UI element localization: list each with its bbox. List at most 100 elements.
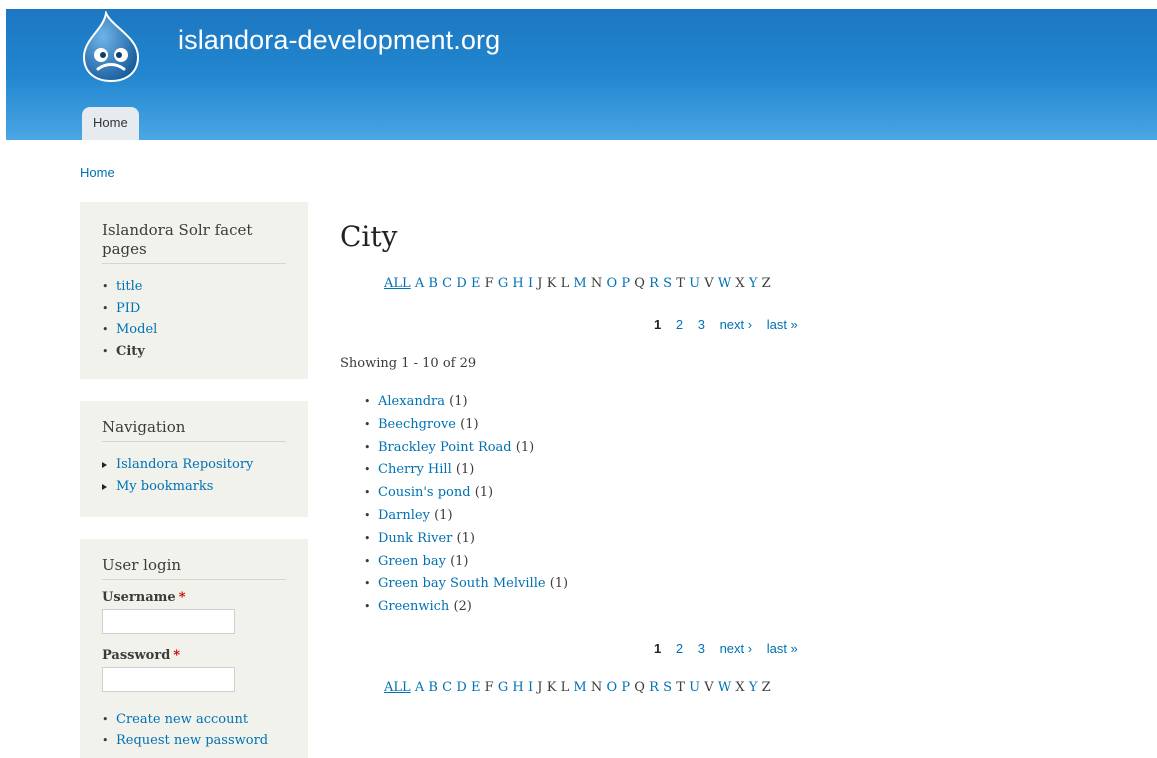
main-menu: Home [82,107,139,140]
pager-page-2[interactable]: 2 [676,641,683,656]
city-result-link[interactable]: Green bay [378,554,446,569]
city-result-link[interactable]: Cousin's pond [378,485,471,500]
alphabet-letter-m[interactable]: M [573,680,586,695]
alphabet-letter-g[interactable]: G [498,680,508,695]
site-name-link[interactable]: islandora-development.org [178,25,500,56]
alphabet-letter-g[interactable]: G [498,276,508,291]
drupal-logo-icon[interactable] [78,9,144,83]
username-label-text: Username [102,590,176,605]
list-item: City [102,341,286,363]
alphabet-letter-o[interactable]: O [606,276,617,291]
list-item: Green bay South Melville (1) [364,573,568,596]
pager-page-2[interactable]: 2 [676,317,683,332]
tab-home[interactable]: Home [82,107,139,140]
pager-next[interactable]: next › [720,317,753,332]
password-field[interactable] [102,667,235,692]
navigation-title: Navigation [102,418,286,442]
result-count: (1) [455,462,475,478]
nav-link-islandora-repository[interactable]: Islandora Repository [116,457,253,472]
alphabet-letter-e[interactable]: E [471,680,481,695]
breadcrumb-home-link[interactable]: Home [80,165,115,180]
alphabet-letter-i[interactable]: I [528,276,533,291]
alphabet-letter-p[interactable]: P [621,276,630,291]
pager-page-3[interactable]: 3 [698,641,705,656]
alphabet-letter-d[interactable]: D [456,276,466,291]
alphabet-letter-k: K [546,276,557,291]
alphabet-letter-h[interactable]: H [512,680,523,695]
facet-link-title[interactable]: title [116,279,142,294]
pager-last[interactable]: last » [767,317,798,332]
list-item: Greenwich (2) [364,596,568,619]
alphabet-letter-r[interactable]: R [649,680,659,695]
city-result-link[interactable]: Greenwich [378,599,449,614]
alphabet-letter-r[interactable]: R [649,276,659,291]
city-result-link[interactable]: Dunk River [378,531,452,546]
list-item: Dunk River (1) [364,528,568,551]
alphabet-letter-i[interactable]: I [528,680,533,695]
alphabet-letter-all[interactable]: ALL [384,680,411,695]
navigation-block: Navigation Islandora Repository My bookm… [80,401,308,517]
alphabet-letter-t: T [676,680,685,695]
alphabet-letter-y[interactable]: Y [749,680,758,695]
pager-page-3[interactable]: 3 [698,317,705,332]
alphabet-letter-b[interactable]: B [428,680,438,695]
alphabet-letter-b[interactable]: B [428,276,438,291]
list-item: Beechgrove (1) [364,414,568,437]
alphabet-pager-bottom: ALL A B C D E F G H I J K L M N O P Q R S T U V W X Y Z [384,680,775,695]
alphabet-letter-v: V [704,276,714,291]
city-result-link[interactable]: Cherry Hill [378,462,452,477]
result-count: (2) [453,599,472,615]
pager-last[interactable]: last » [767,641,798,656]
alphabet-letter-n: N [590,276,603,291]
user-login-block: User login Username* Password* Create ne… [80,539,308,758]
result-count: (1) [515,439,535,455]
create-account-link[interactable]: Create new account [116,712,248,727]
request-password-link[interactable]: Request new password [116,733,268,748]
list-item: Model [102,319,286,341]
alphabet-letter-w[interactable]: W [718,680,731,695]
alphabet-letter-x: X [735,276,745,291]
list-item: Green bay (1) [364,551,568,574]
alphabet-letter-k: K [546,680,557,695]
pager-current-page: 1 [654,641,662,656]
alphabet-letter-z: Z [761,276,771,291]
city-result-link[interactable]: Darnley [378,508,430,523]
pager-current-page: 1 [654,317,662,332]
alphabet-letter-a[interactable]: A [415,680,424,695]
alphabet-letter-d[interactable]: D [456,680,466,695]
alphabet-letter-e[interactable]: E [471,276,481,291]
alphabet-letter-a[interactable]: A [415,276,424,291]
alphabet-letter-c[interactable]: C [442,680,452,695]
city-result-link[interactable]: Green bay South Melville [378,576,546,591]
alphabet-letter-s[interactable]: S [663,680,672,695]
city-result-link[interactable]: Brackley Point Road [378,440,512,455]
facet-link-city-active[interactable]: City [116,344,145,359]
alphabet-letter-s[interactable]: S [663,276,672,291]
alphabet-letter-q: Q [634,276,645,291]
username-field[interactable] [102,609,235,634]
alphabet-letter-o[interactable]: O [606,680,617,695]
city-result-link[interactable]: Alexandra [378,394,445,409]
alphabet-letter-m[interactable]: M [573,276,586,291]
alphabet-letter-u[interactable]: U [689,276,700,291]
alphabet-letter-y[interactable]: Y [749,276,758,291]
alphabet-letter-p[interactable]: P [621,680,630,695]
alphabet-letter-u[interactable]: U [689,680,700,695]
facet-link-model[interactable]: Model [116,322,157,337]
nav-link-my-bookmarks[interactable]: My bookmarks [116,479,213,494]
alphabet-letter-l: L [560,276,570,291]
username-label: Username * [102,590,286,605]
facet-link-pid[interactable]: PID [116,301,140,316]
result-count: (1) [449,394,468,409]
pager-next[interactable]: next › [720,641,753,656]
alphabet-letter-c[interactable]: C [442,276,452,291]
alphabet-letter-w[interactable]: W [718,276,731,291]
alphabet-letter-h[interactable]: H [512,276,523,291]
city-result-link[interactable]: Beechgrove [378,417,456,432]
alphabet-letter-f: F [484,276,494,291]
results-count-text: Showing 1 - 10 of 29 [340,356,477,371]
password-label: Password * [102,648,286,663]
alphabet-letter-j: J [537,276,543,291]
list-item: Create new account [102,709,286,730]
alphabet-letter-all[interactable]: ALL [384,276,411,291]
